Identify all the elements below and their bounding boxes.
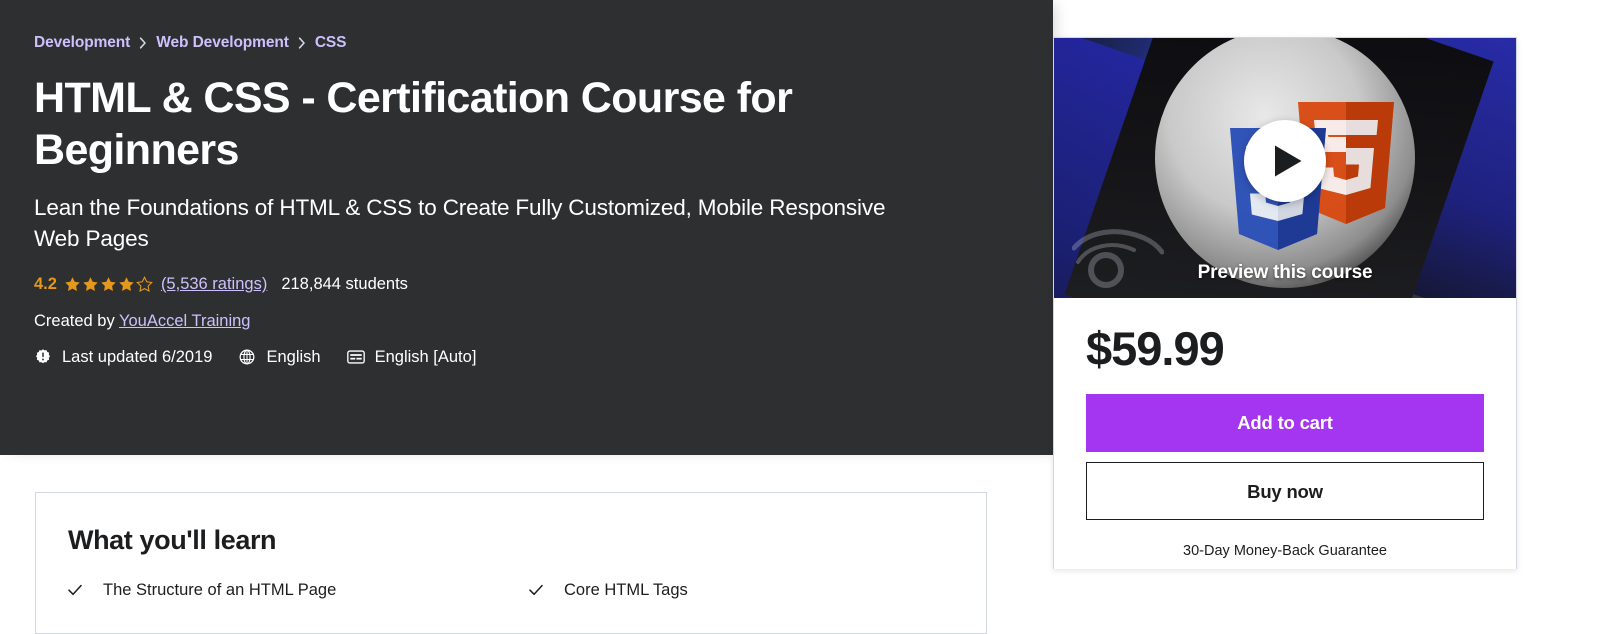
breadcrumb-item-development[interactable]: Development [34,33,130,53]
update-badge-icon [34,348,52,366]
money-back-guarantee: 30-Day Money-Back Guarantee [1183,543,1387,560]
list-item: Core HTML Tags [529,580,954,601]
globe-icon [238,348,256,366]
meta-language-label: English [266,348,321,367]
breadcrumb: Development Web Development CSS [34,33,994,53]
chevron-right-icon [298,37,306,49]
list-item-label: Core HTML Tags [564,581,688,600]
buy-now-button[interactable]: Buy now [1086,462,1484,521]
chevron-right-icon [139,37,147,49]
what-you-will-learn-inner: What you'll learn The Structure of an HT… [36,493,986,602]
rating-row: 4.2 (5,536 ratings) 218,844 students [34,272,994,296]
purchase-panel: $59.99 Add to cart Buy now 30-Day Money-… [1054,298,1516,569]
ratings-count-link[interactable]: (5,536 ratings) [161,272,267,296]
course-price: $59.99 [1086,322,1225,375]
star-empty-icon [136,275,153,292]
page-title: HTML & CSS - Certification Course for Be… [34,74,793,174]
meta-last-updated-label: Last updated 6/2019 [62,348,213,367]
rating-score: 4.2 [34,275,57,294]
course-landing-page: Development Web Development CSS HTML & C… [0,0,1600,634]
meta-last-updated: Last updated 6/2019 [34,346,212,368]
closed-caption-icon [346,348,365,366]
star-filled-icon [119,277,134,291]
preview-course-label: Preview this course [1197,262,1373,283]
add-to-cart-button[interactable]: Add to cart [1086,394,1484,453]
instructor-link[interactable]: YouAccel Training [119,312,250,330]
check-icon [68,580,82,599]
hero-content: Development Web Development CSS HTML & C… [34,33,994,368]
learning-objectives-grid: The Structure of an HTML Page Core HTML … [68,580,954,601]
course-hero-banner: Development Web Development CSS HTML & C… [0,0,1053,455]
course-preview-thumbnail[interactable]: Preview this course [1054,38,1516,298]
play-icon[interactable] [1244,120,1326,202]
students-count: 218,844 students [281,275,408,294]
meta-language: English [238,346,321,368]
list-item: The Structure of an HTML Page [68,580,493,601]
course-headline: Lean the Foundations of HTML & CSS to Cr… [34,195,886,252]
star-filled-icon [65,277,80,291]
check-icon [529,580,543,599]
breadcrumb-item-web-development[interactable]: Web Development [156,33,289,53]
what-you-will-learn-card: What you'll learn The Structure of an HT… [35,492,987,634]
what-you-will-learn-title: What you'll learn [68,525,277,555]
meta-captions-label: English [Auto] [374,348,477,367]
created-by-row: Created by YouAccel Training [34,310,994,332]
star-filled-icon [83,277,98,291]
star-filled-icon [101,277,116,291]
purchase-sidebar: Preview this course $59.99 Add to cart B… [1053,37,1517,570]
course-meta-row: Last updated 6/2019 English English [Aut… [34,346,994,368]
star-rating [64,275,153,293]
breadcrumb-item-css[interactable]: CSS [315,33,347,53]
meta-captions: English [Auto] [346,346,477,368]
list-item-label: The Structure of an HTML Page [103,581,337,600]
created-by-label: Created by [34,312,119,331]
